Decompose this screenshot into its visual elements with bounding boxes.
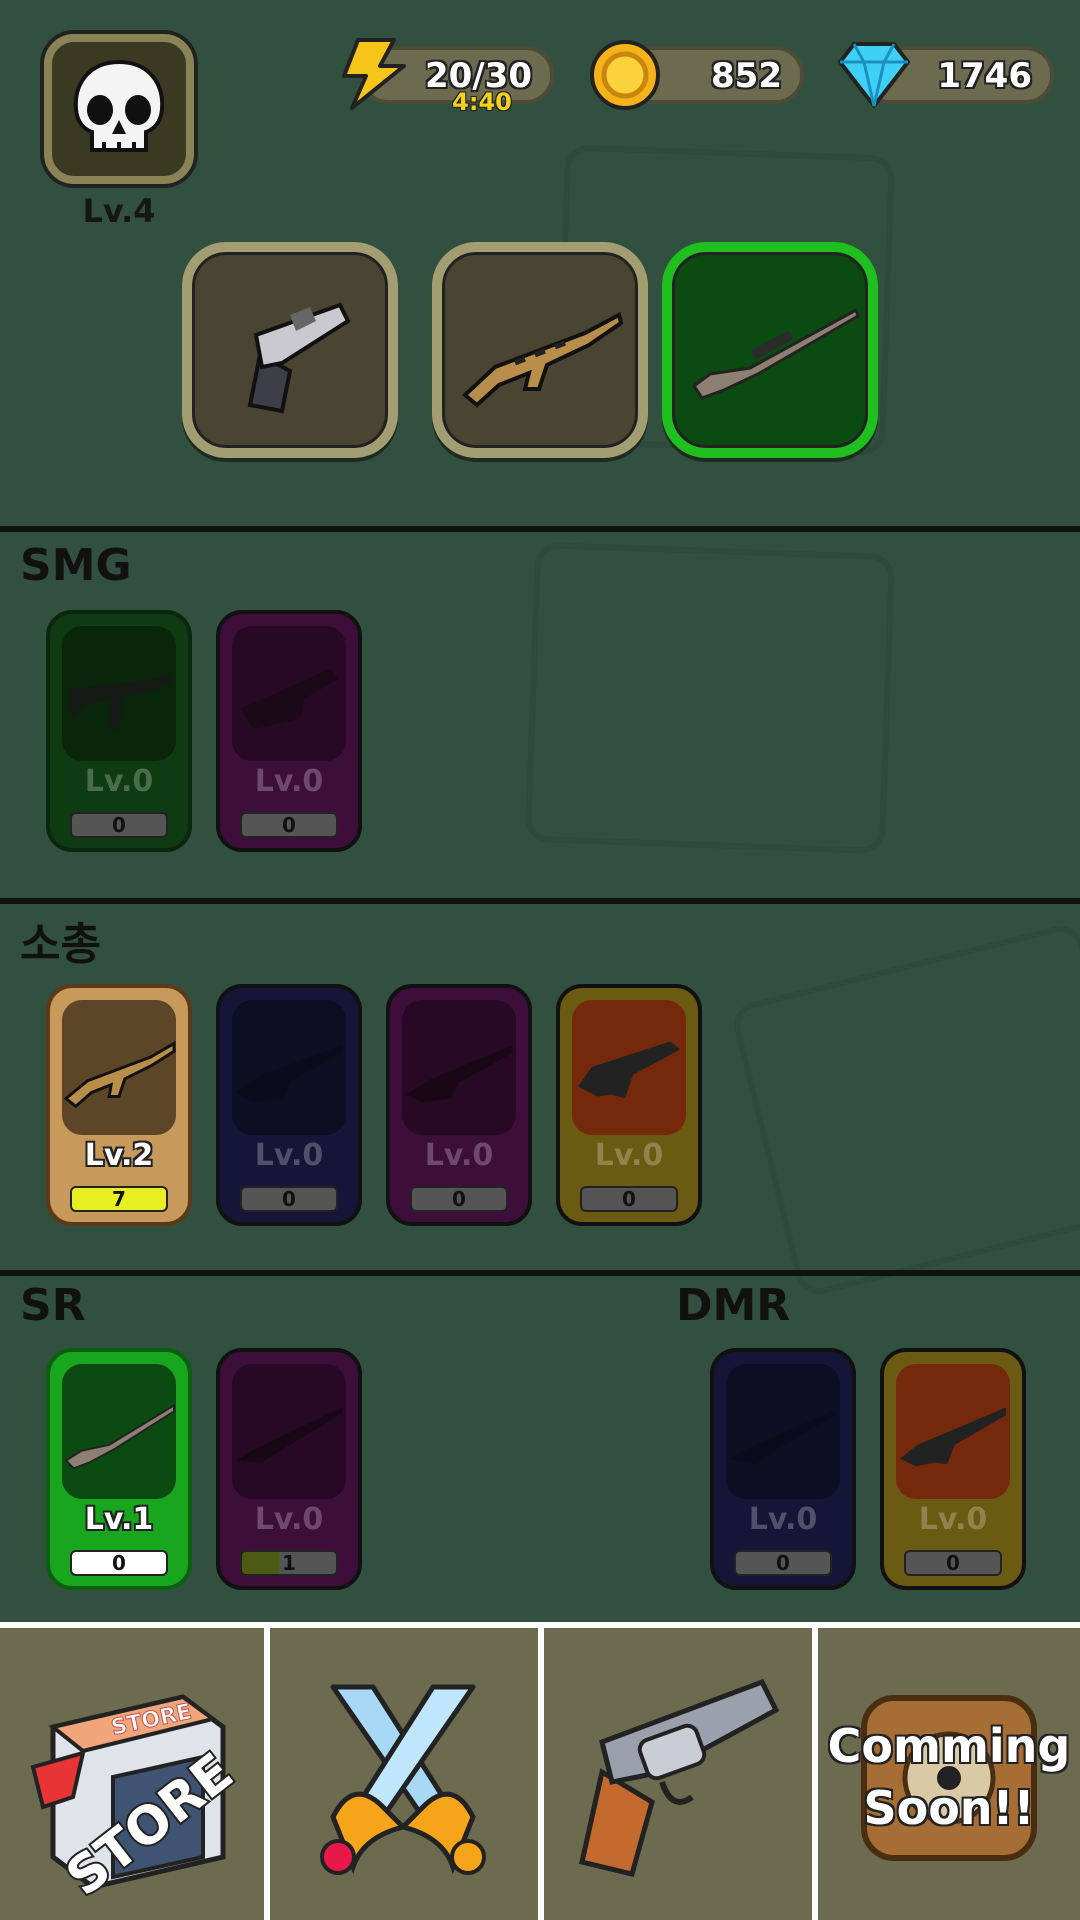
- weapon-art: [62, 626, 176, 761]
- dmr-icon: [729, 1408, 837, 1464]
- gem-value: 1746: [937, 56, 1032, 96]
- weapon-card-count: 7: [70, 1186, 168, 1212]
- weapon-level: Lv.2: [84, 1138, 154, 1173]
- weapon-art: [62, 1000, 176, 1135]
- nav-coming-soon-button[interactable]: Comming Soon!!: [818, 1628, 1080, 1920]
- equipped-slot-pistol[interactable]: [182, 242, 398, 458]
- rifle-icon: [405, 1044, 513, 1102]
- background-panel: [729, 920, 1080, 1300]
- bottom-nav: STORE STORE Comming Soon!!: [0, 1622, 1080, 1920]
- section-divider: [0, 1270, 1080, 1276]
- weapon-card-count: 0: [410, 1186, 508, 1212]
- weapon-level: Lv.0: [84, 764, 154, 799]
- weapon-level: Lv.0: [254, 764, 324, 799]
- weapon-card-smg-1[interactable]: Lv.0 0: [46, 610, 192, 852]
- weapon-card-smg-2[interactable]: Lv.0 0: [216, 610, 362, 852]
- coming-soon-label: Comming Soon!!: [827, 1719, 1071, 1835]
- rifle-icon: [235, 1044, 343, 1102]
- weapon-art: [402, 1000, 516, 1135]
- weapon-level: Lv.0: [918, 1502, 988, 1537]
- bullpup-rifle-icon: [577, 1040, 681, 1098]
- background-panel: [524, 541, 896, 855]
- weapon-card-count: 1: [240, 1550, 338, 1576]
- section-title-rifle: 소총: [20, 919, 101, 970]
- skull-icon: [73, 59, 165, 152]
- weapon-level: Lv.0: [748, 1502, 818, 1537]
- weapon-art: [62, 1364, 176, 1499]
- weapon-card-rifle-1[interactable]: Lv.2 7: [46, 984, 192, 1226]
- revolver-icon: [247, 302, 351, 414]
- weapon-art: [726, 1364, 840, 1499]
- diamond-icon: [838, 42, 910, 108]
- sniper-rifle-icon: [235, 1406, 343, 1462]
- equipped-slot-sniper[interactable]: [662, 242, 878, 458]
- player-level: Lv.4: [82, 192, 156, 230]
- smg-icon: [240, 668, 338, 729]
- weapon-level: Lv.0: [594, 1138, 664, 1173]
- player-avatar[interactable]: [44, 34, 194, 184]
- weapon-card-rifle-2[interactable]: Lv.0 0: [216, 984, 362, 1226]
- weapon-art: [232, 1000, 346, 1135]
- section-title-sr: SR: [20, 1280, 86, 1331]
- nav-weapons-button[interactable]: [544, 1628, 810, 1920]
- weapon-card-count: 0: [70, 1550, 168, 1576]
- smg-icon: [68, 672, 170, 729]
- section-divider: [0, 526, 1080, 532]
- weapon-art: [232, 1364, 346, 1499]
- section-divider: [0, 898, 1080, 904]
- weapon-card-rifle-4[interactable]: Lv.0 0: [556, 984, 702, 1226]
- energy-timer: 4:40: [452, 88, 512, 116]
- lightning-icon: [342, 38, 406, 110]
- sniper-rifle-icon: [691, 307, 860, 400]
- store-icon: STORE STORE: [30, 1694, 246, 1897]
- section-title-smg: SMG: [20, 540, 132, 591]
- weapon-level: Lv.0: [424, 1138, 494, 1173]
- weapon-level: Lv.0: [254, 1138, 324, 1173]
- weapon-art: [232, 626, 346, 761]
- weapon-card-sr-2[interactable]: Lv.0 1: [216, 1348, 362, 1590]
- weapon-card-rifle-3[interactable]: Lv.0 0: [386, 984, 532, 1226]
- weapon-card-dmr-1[interactable]: Lv.0 0: [710, 1348, 856, 1590]
- weapon-card-count: 0: [240, 812, 338, 838]
- section-title-dmr: DMR: [676, 1280, 791, 1331]
- weapon-card-count: 0: [734, 1550, 832, 1576]
- sniper-rifle-icon: [64, 1403, 176, 1470]
- weapon-card-count: 0: [580, 1186, 678, 1212]
- zebra-ak-icon: [63, 1040, 176, 1108]
- gold-value: 852: [711, 56, 782, 96]
- equipped-slot-rifle[interactable]: [432, 242, 648, 458]
- nav-store-button[interactable]: STORE STORE: [0, 1628, 266, 1920]
- weapon-card-count: 0: [70, 812, 168, 838]
- weapon-card-sr-1[interactable]: Lv.1 0: [46, 1348, 192, 1590]
- weapon-card-dmr-2[interactable]: Lv.0 0: [880, 1348, 1026, 1590]
- nav-battle-button[interactable]: [270, 1628, 536, 1920]
- revolver-icon: [579, 1678, 780, 1877]
- weapon-art: [896, 1364, 1010, 1499]
- weapon-card-count: 0: [904, 1550, 1002, 1576]
- weapon-level: Lv.0: [254, 1502, 324, 1537]
- dmr-icon: [899, 1406, 1007, 1466]
- weapon-level: Lv.1: [84, 1502, 154, 1537]
- weapon-art: [572, 1000, 686, 1135]
- weapon-card-count: 0: [240, 1186, 338, 1212]
- zebra-ak-icon: [461, 312, 624, 408]
- crossed-swords-icon: [320, 1684, 486, 1875]
- gold-coin-icon: [590, 40, 660, 110]
